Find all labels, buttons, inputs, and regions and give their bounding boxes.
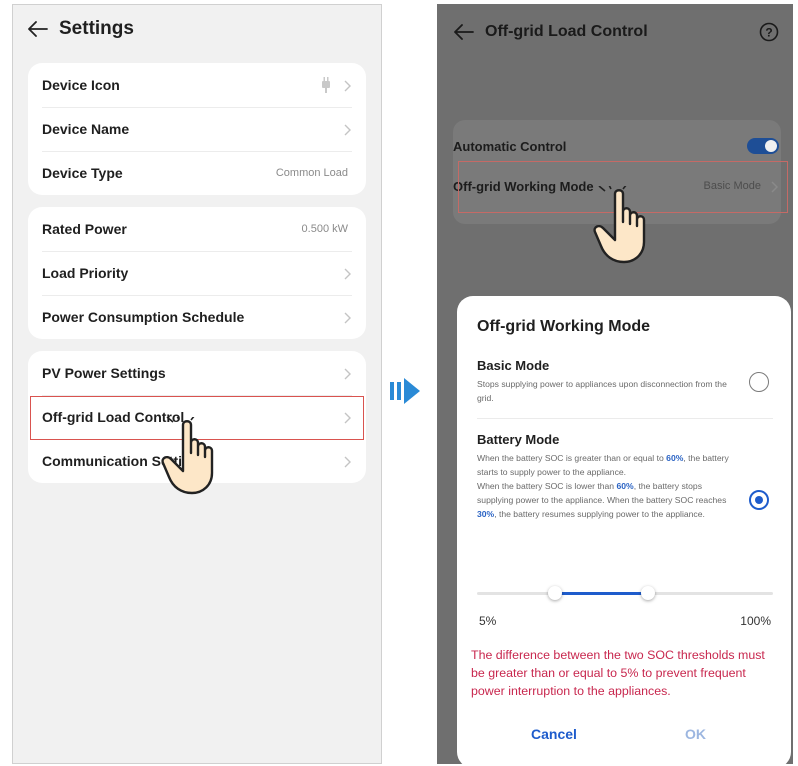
automatic-control-label: Automatic Control — [453, 138, 567, 154]
row-value: Common Load — [275, 167, 348, 179]
back-arrow-icon[interactable] — [27, 18, 49, 40]
page-title: Off-grid Load Control — [485, 23, 648, 40]
slider-max-label: 100% — [740, 614, 771, 628]
tap-hand-icon — [593, 182, 659, 271]
control-topbar: Off-grid Load Control ? — [437, 4, 793, 60]
chevron-right-icon — [344, 123, 352, 136]
desc-text: When the battery SOC is lower than — [477, 481, 617, 491]
chevron-right-icon — [344, 79, 352, 92]
svg-text:?: ? — [765, 26, 772, 40]
soc-threshold-high: 60% — [616, 481, 634, 491]
basic-mode-title: Basic Mode — [477, 358, 550, 373]
row-label: Device Type — [42, 165, 123, 181]
warning-text: The difference between the two SOC thres… — [471, 648, 765, 698]
settings-group-power: Rated Power 0.500 kW Load Priority Power… — [28, 207, 366, 339]
row-value: 0.500 kW — [301, 223, 348, 235]
slider-thumb-low[interactable] — [547, 586, 562, 600]
row-label: Rated Power — [42, 221, 127, 237]
row-label: Device Name — [42, 121, 130, 137]
row-label: Device Icon — [42, 77, 120, 93]
row-device-type: Device Type Common Load — [28, 151, 366, 195]
row-label: PV Power Settings — [42, 365, 166, 381]
row-power-consumption-schedule[interactable]: Power Consumption Schedule — [28, 295, 366, 339]
row-device-icon[interactable]: Device Icon — [28, 63, 366, 107]
working-mode-dialog: Off-grid Working Mode Basic Mode Stops s… — [457, 296, 791, 764]
row-pv-power-settings[interactable]: PV Power Settings — [28, 351, 366, 395]
plug-icon — [320, 77, 332, 93]
back-arrow-icon[interactable] — [453, 21, 475, 43]
row-rated-power[interactable]: Rated Power 0.500 kW — [28, 207, 366, 251]
soc-range-slider[interactable] — [477, 586, 773, 600]
settings-group-device: Device Icon Device Name Device Type Comm… — [28, 63, 366, 195]
desc-text: , the battery resumes supplying power to… — [494, 509, 705, 519]
battery-mode-description: When the battery SOC is greater than or … — [477, 451, 733, 521]
soc-threshold-low: 30% — [477, 509, 495, 519]
battery-mode-title: Battery Mode — [477, 432, 560, 447]
row-device-name[interactable]: Device Name — [28, 107, 366, 151]
slider-thumb-high[interactable] — [641, 586, 656, 600]
chevron-right-icon — [344, 367, 352, 380]
cancel-button[interactable]: Cancel — [531, 726, 577, 742]
row-label: Load Priority — [42, 265, 129, 281]
off-grid-load-control-screen: Off-grid Load Control ? Automatic Contro… — [437, 4, 793, 764]
settings-topbar: Settings — [13, 5, 381, 53]
basic-mode-description: Stops supplying power to appliances upon… — [477, 379, 727, 403]
dialog-title: Off-grid Working Mode — [477, 318, 651, 335]
soc-threshold-high: 60% — [666, 453, 684, 463]
help-icon[interactable]: ? — [759, 22, 779, 42]
battery-mode-radio[interactable] — [749, 490, 769, 510]
settings-screen: Settings Device Icon Device Name Device … — [12, 4, 382, 764]
ok-button[interactable]: OK — [685, 726, 706, 742]
page-title: Settings — [59, 18, 134, 39]
basic-mode-option[interactable]: Basic Mode Stops supplying power to appl… — [477, 358, 773, 405]
chevron-right-icon — [344, 267, 352, 280]
chevron-right-icon — [344, 311, 352, 324]
desc-text: When the battery SOC is greater than or … — [477, 453, 667, 463]
slider-fill — [554, 592, 649, 595]
basic-mode-radio[interactable] — [749, 372, 769, 392]
tap-hand-icon — [161, 413, 227, 502]
automatic-control-toggle[interactable] — [747, 138, 779, 154]
divider — [477, 418, 773, 419]
row-load-priority[interactable]: Load Priority — [28, 251, 366, 295]
battery-mode-option[interactable]: Battery Mode When the battery SOC is gre… — [477, 432, 773, 521]
chevron-right-icon — [344, 455, 352, 468]
transition-arrow-icon — [390, 376, 430, 406]
automatic-control-row: Automatic Control — [453, 126, 779, 166]
row-label: Power Consumption Schedule — [42, 309, 245, 325]
slider-min-label: 5% — [479, 614, 497, 628]
